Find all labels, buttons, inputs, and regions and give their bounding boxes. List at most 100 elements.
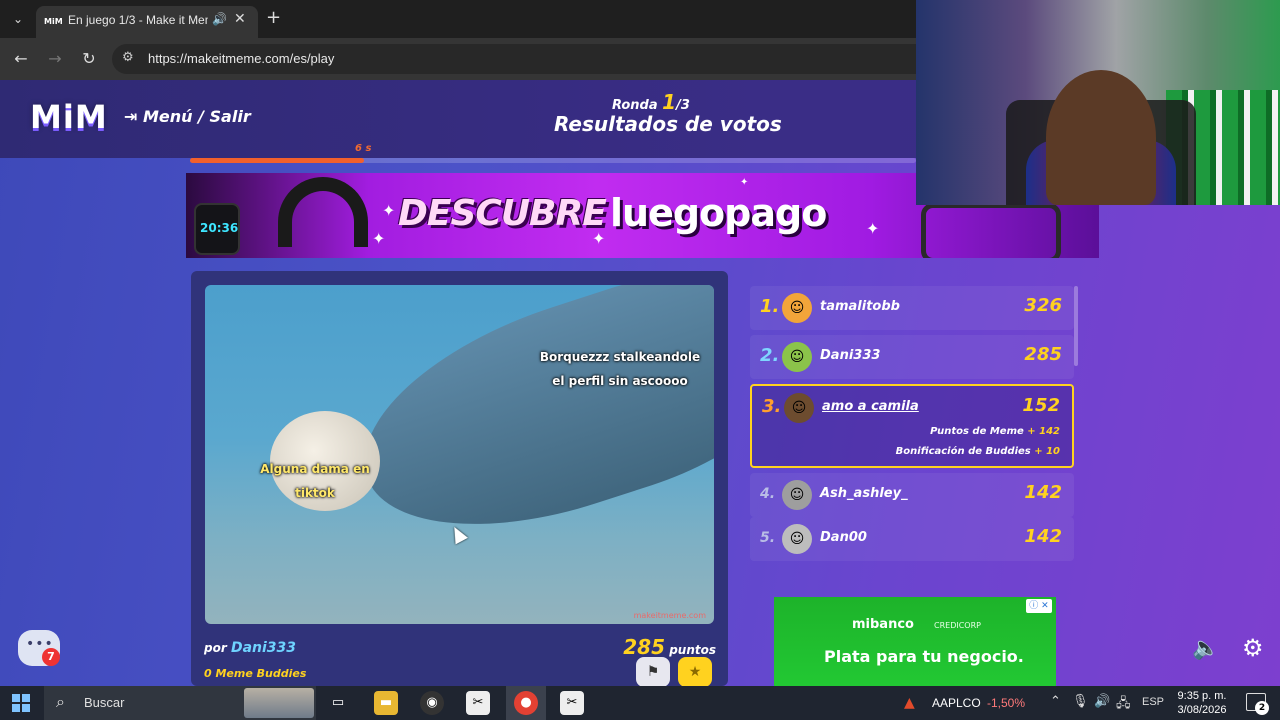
ad-headline: Plata para tu negocio. [824, 647, 1024, 666]
avatar: ☺ [784, 393, 814, 423]
capcut-icon[interactable]: ✂ [560, 691, 584, 715]
tab-title: En juego 1/3 - Make it Meme [68, 13, 208, 27]
tab-favicon: MiM [44, 17, 63, 26]
task-view-icon[interactable]: ▭ [326, 691, 350, 715]
chrome-icon[interactable]: ● [514, 691, 538, 715]
banner-headline: DESCUBRE [398, 193, 607, 234]
phone-image [921, 203, 1061, 258]
avatar: ☺ [782, 480, 812, 510]
rank: 2. [760, 345, 780, 366]
search-highlight-image [244, 688, 314, 718]
browser-tab-active[interactable]: MiM En juego 1/3 - Make it Meme 🔊 ✕ [36, 6, 258, 38]
input-language[interactable]: ESP [1142, 696, 1164, 708]
timer-bar-fill [190, 158, 365, 163]
author-prefix: por [204, 641, 227, 655]
volume-icon[interactable]: 🔊 [1094, 694, 1110, 709]
player-name: Dani333 [820, 348, 881, 363]
meme-image[interactable]: Borquezzz stalkeandole el perfil sin asc… [205, 285, 714, 624]
new-tab-icon[interactable]: + [266, 8, 281, 28]
timer-label: 6 s [355, 143, 372, 154]
sparkle-icon: ✦ [382, 201, 396, 220]
ad-brand: mibanco [852, 617, 914, 632]
meme-buddies: 0 Meme Buddies [204, 667, 307, 680]
bonus-buddies-value: + 10 [1034, 446, 1060, 457]
bookmark-icon[interactable]: ⚑ [636, 657, 670, 686]
windows-taskbar: ⌕ Buscar ▭ ▬ ◉ ✂ ● ✂ ▲ AAPLCO -1,50% ⌃ 🎙… [0, 686, 1280, 720]
menu-exit-label: Menú / Salir [142, 107, 251, 126]
meme-author: por Dani333 [204, 640, 296, 656]
url-text: https://makeitmeme.com/es/play [148, 51, 335, 66]
rank: 4. [760, 486, 776, 502]
score-row: 5. ☺ Dan00 142 [750, 517, 1074, 561]
clock-time: 9:35 p. m. [1177, 690, 1227, 702]
ad-choices-icon[interactable]: ⓘ ✕ [1026, 599, 1052, 613]
obs-icon[interactable]: ◉ [420, 691, 444, 715]
clock-date: 3/08/2026 [1177, 704, 1227, 716]
round-label: Ronda [612, 98, 658, 113]
dolphin-shape [334, 285, 714, 569]
meme-points: 285 puntos [623, 635, 716, 659]
notification-badge: 2 [1255, 701, 1269, 715]
stock-chart-icon: ▲ [904, 695, 915, 711]
round-current: 1 [662, 90, 677, 114]
reload-icon[interactable]: ↻ [78, 48, 100, 70]
sound-icon[interactable]: 🔈 [1192, 636, 1219, 661]
capcut-icon[interactable]: ✂ [466, 691, 490, 715]
rank: 5. [760, 530, 776, 546]
sparkle-icon: ✦ [740, 177, 749, 188]
star-icon[interactable]: ★ [678, 657, 712, 686]
file-explorer-icon[interactable]: ▬ [374, 691, 398, 715]
stock-name[interactable]: AAPLCO [932, 696, 981, 710]
player-name: Ash_ashley_ [820, 486, 908, 501]
bonus-buddies: Bonificación de Buddies + 10 [896, 446, 1060, 457]
player-score: 326 [1024, 295, 1062, 316]
microphone-icon[interactable]: 🎙 [1072, 694, 1089, 709]
tab-search-chevron-icon[interactable]: ⌄ [6, 7, 30, 31]
banner-brand: luegopago [610, 191, 827, 235]
rank: 1. [760, 296, 780, 317]
meme-caption-left: Alguna dama en tiktok [260, 462, 370, 500]
sparkle-icon: ✦ [592, 229, 606, 248]
streamer [1046, 70, 1156, 205]
headphones-image [278, 177, 368, 247]
player-score: 152 [1022, 395, 1060, 416]
forward-arrow-icon[interactable]: → [44, 48, 66, 70]
avatar: ☺ [782, 342, 812, 372]
scoreboard: 1. ☺ tamalitobb 326 2. ☺ Dani333 285 3. … [750, 286, 1074, 568]
stock-change: -1,50% [987, 696, 1026, 710]
search-placeholder: Buscar [84, 695, 125, 710]
menu-exit-button[interactable]: ⇥ Menú / Salir [124, 107, 251, 126]
bonus-buddies-label: Bonificación de Buddies [895, 446, 1031, 457]
tray-chevron-icon[interactable]: ⌃ [1050, 694, 1061, 709]
player-name: tamalitobb [820, 299, 900, 314]
points-label: puntos [669, 643, 716, 657]
clock[interactable]: 9:35 p. m. 3/08/2026 [1172, 689, 1232, 717]
bonus-meme-value: + 142 [1027, 426, 1060, 437]
ad-mibanco[interactable]: ⓘ ✕ mibanco CREDICORP Plata para tu nego… [774, 597, 1056, 686]
player-name: Dan00 [820, 530, 867, 545]
scoreboard-scrollbar[interactable] [1074, 286, 1078, 366]
ad-sub: CREDICORP [934, 621, 981, 630]
phase-title: Resultados de votos [554, 112, 782, 136]
watch-time: 20:36 [200, 221, 239, 235]
search-icon: ⌕ [56, 692, 65, 711]
exit-icon: ⇥ [124, 107, 143, 126]
chat-badge: 7 [42, 648, 60, 666]
site-settings-icon[interactable]: ⚙ [122, 50, 134, 65]
avatar: ☺ [782, 293, 812, 323]
tab-close-icon[interactable]: ✕ [234, 11, 246, 27]
taskbar-search[interactable]: ⌕ Buscar [44, 686, 316, 720]
back-arrow-icon[interactable]: ← [10, 48, 32, 70]
bonus-meme-points: Puntos de Meme + 142 [930, 426, 1060, 437]
tab-audio-icon[interactable]: 🔊 [212, 12, 227, 26]
watermark: makeitmeme.com [633, 611, 706, 620]
chat-button[interactable]: ••• 7 [18, 630, 60, 666]
windows-start-icon[interactable] [12, 694, 30, 712]
webcam-overlay [916, 0, 1280, 205]
settings-gear-icon[interactable]: ⚙ [1242, 634, 1264, 662]
mim-logo[interactable]: MiM [30, 98, 108, 136]
network-icon[interactable]: 🖧 [1116, 694, 1131, 716]
score-row: 1. ☺ tamalitobb 326 [750, 286, 1074, 330]
meme-card: Borquezzz stalkeandole el perfil sin asc… [191, 271, 728, 686]
bonus-meme-label: Puntos de Meme [930, 426, 1024, 437]
